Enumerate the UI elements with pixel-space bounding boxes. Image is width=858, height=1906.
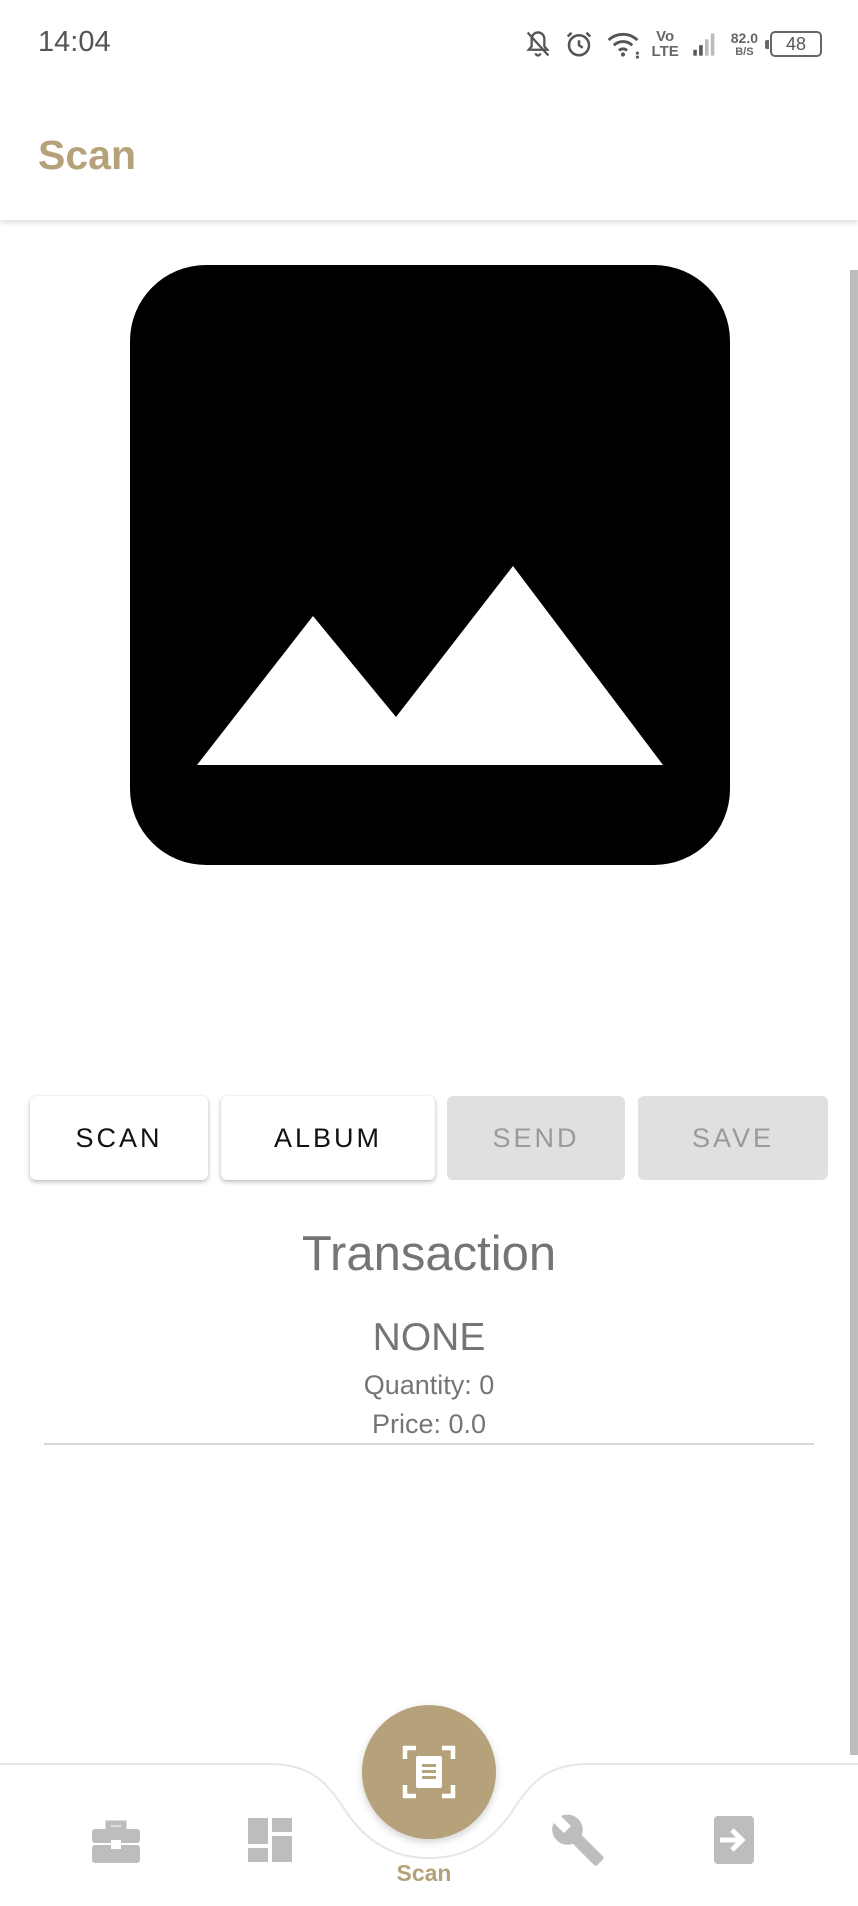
- alarm-icon: [564, 29, 594, 59]
- dashboard-icon: [248, 1818, 292, 1862]
- scan-button[interactable]: SCAN: [30, 1096, 208, 1180]
- scan-document-icon: [402, 1745, 456, 1799]
- album-button[interactable]: ALBUM: [221, 1096, 435, 1180]
- network-speed-value: 82.0: [730, 29, 758, 46]
- status-bar: 14:04 Vo LTE 82.0 B/S 48: [0, 0, 858, 88]
- transaction-quantity: Quantity: 0: [363, 1370, 495, 1400]
- scrollbar[interactable]: [850, 270, 858, 1755]
- transaction-price: Price: 0.0: [371, 1409, 487, 1439]
- notifications-off-icon: [524, 29, 552, 59]
- transaction-type: NONE: [372, 1316, 486, 1359]
- battery-indicator: 48: [765, 31, 822, 57]
- page-title: Scan: [38, 132, 136, 178]
- transaction-heading: Transaction: [301, 1227, 557, 1281]
- briefcase-icon: [92, 1820, 140, 1863]
- status-icons: Vo LTE 82.0 B/S 48: [524, 24, 822, 64]
- network-speed-unit: B/S: [735, 45, 754, 58]
- network-speed: 82.0 B/S: [731, 31, 758, 58]
- image-preview: [130, 265, 730, 865]
- login-icon: [714, 1816, 754, 1864]
- volte-indicator: Vo LTE: [652, 29, 679, 59]
- nav-settings[interactable]: [548, 1810, 608, 1870]
- wrench-icon: [552, 1814, 604, 1866]
- nav-login[interactable]: [704, 1810, 764, 1870]
- save-button[interactable]: SAVE: [638, 1096, 828, 1180]
- wifi-icon: [606, 29, 640, 59]
- status-time: 14:04: [38, 26, 111, 58]
- app-bar: Scan: [0, 88, 858, 220]
- volte-top: Vo: [656, 28, 675, 45]
- send-button[interactable]: SEND: [447, 1096, 625, 1180]
- scan-nav-fab[interactable]: [362, 1705, 496, 1839]
- image-placeholder-icon: [197, 566, 663, 765]
- cellular-signal-icon: [691, 30, 719, 58]
- volte-bottom: LTE: [651, 43, 679, 60]
- divider: [44, 1443, 814, 1445]
